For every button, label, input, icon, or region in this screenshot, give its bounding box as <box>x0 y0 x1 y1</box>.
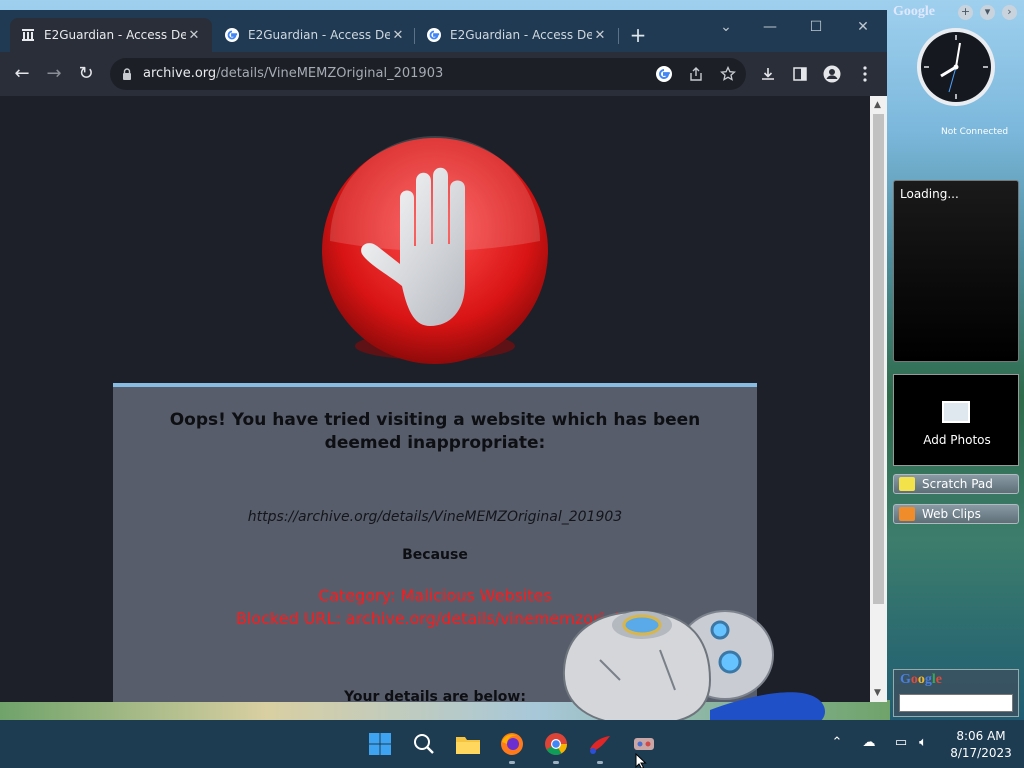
photo-icon <box>942 401 970 423</box>
clock-date[interactable]: 8/17/2023 <box>946 746 1016 760</box>
chrome-icon[interactable] <box>542 730 570 764</box>
download-icon[interactable] <box>758 64 778 84</box>
robot-mascot-image <box>562 610 826 731</box>
rss-icon <box>899 507 915 521</box>
profile-icon[interactable] <box>822 64 842 84</box>
google-search-input[interactable] <box>899 694 1013 712</box>
tray-overflow-icon[interactable]: ⌃ <box>828 735 846 753</box>
archive-icon <box>20 27 36 43</box>
tab-separator <box>618 28 619 44</box>
web-clips-label: Web Clips <box>922 507 981 521</box>
google-icon <box>426 27 442 43</box>
tab-title: E2Guardian - Access Deni <box>44 28 186 42</box>
lock-icon[interactable] <box>122 66 132 85</box>
vertical-scrollbar[interactable]: ▲ ▼ <box>870 96 887 702</box>
close-tab-icon[interactable]: ✕ <box>186 28 202 43</box>
search-icon[interactable] <box>410 730 438 758</box>
side-panel-icon[interactable] <box>790 64 810 84</box>
cloud-offline-icon[interactable]: ☁ <box>860 735 878 753</box>
google-search-gadget: Google <box>893 669 1019 717</box>
tab-strip: E2Guardian - Access Deni ✕ E2Guardian - … <box>0 10 887 52</box>
stop-hand-icon <box>322 136 548 364</box>
scroll-down-icon[interactable]: ▼ <box>874 688 883 698</box>
taskbar: ⌃ ☁ ▭ 🔈︎ 8:06 AM 8/17/2023 <box>0 720 1024 768</box>
clock-status: Not Connected <box>941 127 1009 137</box>
address-bar[interactable]: archive.org/details/VineMEMZOriginal_201… <box>110 58 746 90</box>
firefox-icon[interactable] <box>498 730 526 764</box>
photos-gadget[interactable]: Add Photos <box>893 374 1019 466</box>
back-arrow-icon[interactable]: ← <box>10 62 34 86</box>
tab-e2guardian-1[interactable]: E2Guardian - Access Deni ✕ <box>10 18 212 52</box>
close-tab-icon[interactable]: ✕ <box>390 28 406 43</box>
slideshow-gadget[interactable]: Loading... <box>893 180 1019 362</box>
clock-gadget-icon[interactable] <box>915 26 997 108</box>
block-heading: Oops! You have tried visiting a website … <box>169 410 701 453</box>
tab-title: E2Guardian - Access Deni <box>248 28 390 42</box>
running-indicator <box>509 761 515 764</box>
share-icon[interactable] <box>686 64 706 84</box>
add-photos-label: Add Photos <box>923 433 991 447</box>
because-label: Because <box>402 547 468 563</box>
running-indicator <box>553 761 559 764</box>
paint-icon[interactable] <box>586 730 614 764</box>
sidebar-next-icon[interactable]: › <box>1002 5 1017 20</box>
file-explorer-icon[interactable] <box>454 730 482 758</box>
mouse-cursor-icon <box>635 753 647 768</box>
scrollbar-thumb[interactable] <box>873 114 884 604</box>
slideshow-status: Loading... <box>900 187 959 201</box>
maximize-button[interactable]: ☐ <box>796 16 836 40</box>
minimize-button[interactable]: — <box>750 16 790 40</box>
url-text: archive.org/details/VineMEMZOriginal_201… <box>143 66 443 81</box>
more-menu-icon[interactable] <box>855 64 875 84</box>
blocked-url-text: https://archive.org/details/VineMEMZOrig… <box>247 509 623 525</box>
sidebar-google-logo: Google <box>893 4 935 19</box>
google-lens-icon[interactable] <box>654 64 674 84</box>
url-domain: archive.org <box>143 66 217 81</box>
scratch-pad-label: Scratch Pad <box>922 477 993 491</box>
sidebar-menu-icon[interactable]: ▾ <box>980 5 995 20</box>
network-icon[interactable]: ▭ <box>892 735 910 753</box>
notepad-icon <box>899 477 915 491</box>
web-clips-gadget[interactable]: Web Clips <box>893 504 1019 524</box>
chrome-window: E2Guardian - Access Deni ✕ E2Guardian - … <box>0 10 887 702</box>
start-icon[interactable] <box>366 730 394 758</box>
url-path: /details/VineMEMZOriginal_201903 <box>216 66 444 81</box>
tab-title: E2Guardian - Access Deni <box>450 28 592 42</box>
scroll-up-icon[interactable]: ▲ <box>874 100 883 110</box>
tab-separator <box>414 28 415 44</box>
reload-icon[interactable]: ↻ <box>74 62 98 86</box>
new-tab-button[interactable]: + <box>626 24 650 48</box>
browser-toolbar: ← → ↻ archive.org/details/VineMEMZOrigin… <box>0 52 887 96</box>
google-search-logo: Google <box>900 672 942 687</box>
bookmark-star-icon[interactable] <box>718 64 738 84</box>
close-window-button[interactable]: ✕ <box>843 16 883 40</box>
volume-icon[interactable]: 🔈︎ <box>914 735 932 753</box>
tab-e2guardian-3[interactable]: E2Guardian - Access Deni ✕ <box>416 18 618 52</box>
clock-time[interactable]: 8:06 AM <box>946 729 1016 743</box>
forward-arrow-icon[interactable]: → <box>42 62 66 86</box>
running-indicator <box>597 761 603 764</box>
tab-search-icon[interactable]: ⌄ <box>706 16 746 40</box>
close-tab-icon[interactable]: ✕ <box>592 28 608 43</box>
google-icon <box>224 27 240 43</box>
tab-e2guardian-2[interactable]: E2Guardian - Access Deni ✕ <box>214 18 416 52</box>
add-gadget-icon[interactable]: + <box>958 5 973 20</box>
scratch-pad-gadget[interactable]: Scratch Pad <box>893 474 1019 494</box>
